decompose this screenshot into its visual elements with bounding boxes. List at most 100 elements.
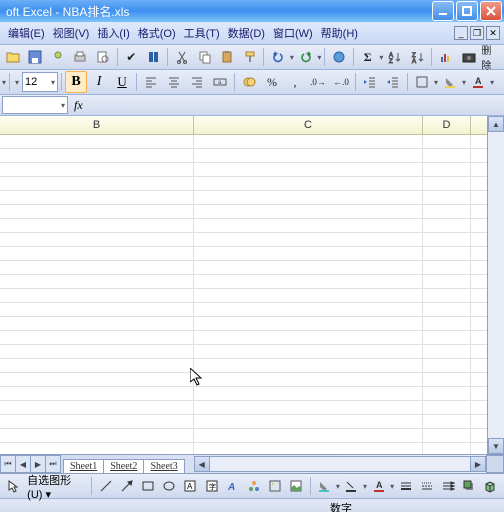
menu-view[interactable]: 视图(V): [49, 23, 94, 43]
line-button[interactable]: [96, 475, 115, 497]
tab-nav-prev-button[interactable]: ◀: [16, 455, 31, 473]
font-color-button[interactable]: A: [467, 71, 489, 93]
format-painter-button[interactable]: [239, 46, 261, 68]
3d-button[interactable]: [481, 475, 500, 497]
increase-indent-button[interactable]: [382, 71, 404, 93]
sheet-tab-2[interactable]: Sheet2: [103, 459, 144, 473]
arrow-button[interactable]: [117, 475, 136, 497]
fill-color-draw-button[interactable]: [315, 475, 334, 497]
sort-desc-button[interactable]: ZA: [407, 46, 429, 68]
menu-data[interactable]: 数据(D): [224, 23, 269, 43]
cell-grid[interactable]: [0, 135, 487, 454]
scroll-up-button[interactable]: ▲: [488, 116, 504, 132]
horizontal-scrollbar[interactable]: ◀ ▶: [194, 456, 486, 472]
merge-center-button[interactable]: a: [209, 71, 231, 93]
mdi-close-button[interactable]: ✕: [486, 26, 500, 40]
line-style-button[interactable]: [396, 475, 415, 497]
close-button[interactable]: [480, 1, 502, 21]
decrease-indent-button[interactable]: [359, 71, 381, 93]
hyperlink-button[interactable]: [328, 46, 350, 68]
save-button[interactable]: [25, 46, 47, 68]
column-header-b[interactable]: B: [0, 116, 194, 134]
menu-window[interactable]: 窗口(W): [269, 23, 317, 43]
tab-nav-first-button[interactable]: ⏮: [0, 455, 16, 473]
window-title: oft Excel - NBA排名.xls: [2, 3, 432, 20]
insert-picture-button[interactable]: [287, 475, 306, 497]
spell-check-button[interactable]: ✔: [120, 46, 142, 68]
vertical-textbox-button[interactable]: 字: [202, 475, 221, 497]
sheet-tab-1[interactable]: Sheet1: [63, 459, 104, 473]
copy-button[interactable]: [194, 46, 216, 68]
scroll-left-button[interactable]: ◀: [194, 456, 210, 472]
decrease-decimal-button[interactable]: ←.0: [330, 71, 352, 93]
currency-button[interactable]: [238, 71, 260, 93]
minimize-button[interactable]: [432, 1, 454, 21]
svg-text:A: A: [475, 76, 482, 86]
dash-style-button[interactable]: [417, 475, 436, 497]
formula-bar[interactable]: [83, 96, 504, 114]
align-center-button[interactable]: [163, 71, 185, 93]
tab-nav-next-button[interactable]: ▶: [31, 455, 46, 473]
sort-asc-button[interactable]: AZ: [384, 46, 406, 68]
borders-button[interactable]: [411, 71, 433, 93]
textbox-button[interactable]: A: [181, 475, 200, 497]
undo-button[interactable]: [267, 46, 289, 68]
sheet-tab-3[interactable]: Sheet3: [143, 459, 184, 473]
redo-button[interactable]: [295, 46, 317, 68]
open-button[interactable]: [2, 46, 24, 68]
svg-text:A: A: [227, 482, 235, 493]
delete-button[interactable]: 删除: [480, 46, 502, 68]
maximize-button[interactable]: [456, 1, 478, 21]
scroll-down-button[interactable]: ▼: [488, 438, 504, 454]
arrow-style-button[interactable]: [438, 475, 457, 497]
menu-edit[interactable]: 编辑(E): [4, 23, 49, 43]
column-header-c[interactable]: C: [194, 116, 423, 134]
percent-button[interactable]: %: [261, 71, 283, 93]
increase-decimal-button[interactable]: .0→: [307, 71, 329, 93]
print-button[interactable]: [70, 46, 92, 68]
svg-text:A: A: [376, 480, 383, 490]
wordart-button[interactable]: A: [223, 475, 242, 497]
vertical-scrollbar[interactable]: ▲ ▼: [487, 116, 504, 454]
italic-button[interactable]: I: [88, 71, 110, 93]
fx-button[interactable]: fx: [74, 98, 83, 113]
permission-button[interactable]: [47, 46, 69, 68]
scroll-right-button[interactable]: ▶: [470, 456, 486, 472]
paste-button[interactable]: [216, 46, 238, 68]
fill-color-button[interactable]: [439, 71, 461, 93]
line-color-button[interactable]: [342, 475, 361, 497]
autosum-button[interactable]: Σ: [357, 46, 379, 68]
research-button[interactable]: [143, 46, 165, 68]
select-objects-button[interactable]: [4, 475, 23, 497]
cut-button[interactable]: [171, 46, 193, 68]
clipart-button[interactable]: [265, 475, 284, 497]
comma-button[interactable]: ,: [284, 71, 306, 93]
mdi-minimize-button[interactable]: _: [454, 26, 468, 40]
shadow-button[interactable]: [460, 475, 479, 497]
menu-tools[interactable]: 工具(T): [180, 23, 224, 43]
svg-text:A: A: [412, 59, 416, 64]
print-preview-button[interactable]: [92, 46, 114, 68]
tab-nav-last-button[interactable]: ⏭: [46, 455, 61, 473]
status-mode: 数字: [330, 500, 352, 512]
rectangle-button[interactable]: [139, 475, 158, 497]
name-box[interactable]: ▾: [2, 96, 68, 114]
autoshapes-menu[interactable]: 自选图形(U) ▾: [25, 472, 87, 501]
mdi-restore-button[interactable]: ❐: [470, 26, 484, 40]
diagram-button[interactable]: [244, 475, 263, 497]
menu-format[interactable]: 格式(O): [134, 23, 180, 43]
column-header-d[interactable]: D: [423, 116, 471, 134]
font-color-draw-button[interactable]: A: [369, 475, 388, 497]
bold-button[interactable]: B: [65, 71, 87, 93]
chart-wizard-button[interactable]: [435, 46, 457, 68]
align-left-button[interactable]: [140, 71, 162, 93]
camera-icon[interactable]: [458, 46, 480, 68]
font-size-combo[interactable]: 12▾: [22, 72, 58, 92]
menu-help[interactable]: 帮助(H): [317, 23, 362, 43]
menu-insert[interactable]: 插入(I): [93, 23, 133, 43]
align-right-button[interactable]: [186, 71, 208, 93]
underline-button[interactable]: U: [111, 71, 133, 93]
oval-button[interactable]: [160, 475, 179, 497]
svg-text:Z: Z: [389, 59, 393, 64]
svg-text:字: 字: [209, 482, 216, 491]
